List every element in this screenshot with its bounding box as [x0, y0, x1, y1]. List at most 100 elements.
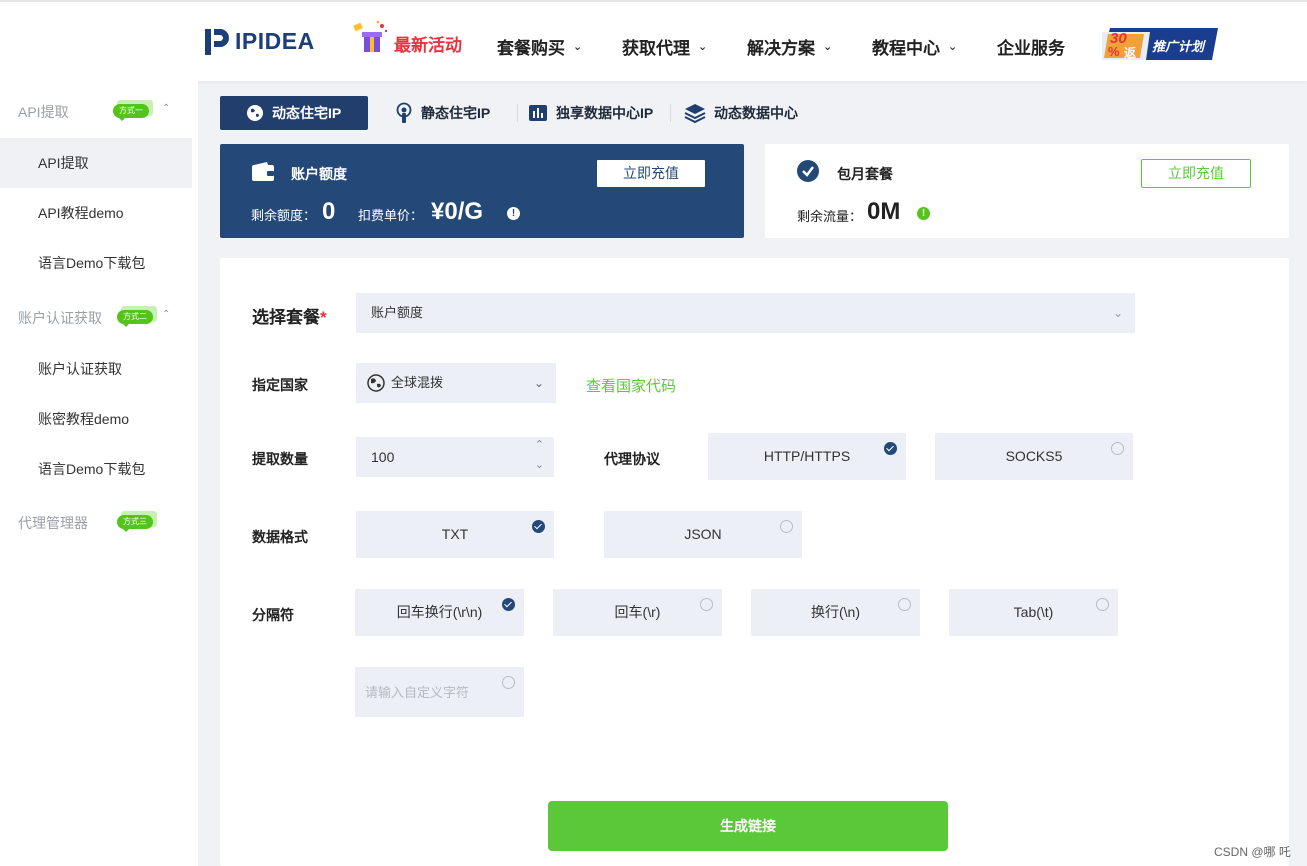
info-icon[interactable]: ! [507, 207, 520, 220]
required-mark: * [320, 308, 327, 327]
globe-icon [367, 374, 385, 392]
option-label: 回车换行(\r\n) [396, 604, 483, 620]
info-icon[interactable]: ! [917, 207, 930, 220]
nav-label: 套餐购买 [497, 39, 565, 58]
separator-option-custom[interactable]: 请输入自定义字符 [355, 667, 524, 717]
banner-badge-fan: 返 [1124, 46, 1137, 60]
logo[interactable]: IPIDEA [205, 28, 315, 55]
separator-option-crlf[interactable]: 回车换行(\r\n) [355, 589, 524, 636]
quantity-label: 提取数量 [252, 451, 308, 467]
unchecked-radio-icon [780, 520, 793, 533]
tab-dedicated-datacenter[interactable]: 独享数据中心IP [528, 96, 653, 130]
option-label: JSON [684, 526, 722, 542]
sidebar-item-api-demo[interactable]: API教程demo [0, 188, 192, 238]
unchecked-radio-icon [700, 598, 713, 611]
sidebar-item-lang-demo[interactable]: 语言Demo下载包 [0, 238, 192, 288]
monthly-recharge-button[interactable]: 立即充值 [1141, 159, 1251, 188]
checked-radio-icon [884, 442, 897, 455]
nav-package-purchase[interactable]: 套餐购买 ⌄ [497, 34, 582, 59]
protocol-label: 代理协议 [604, 451, 660, 467]
unit-price-value: ¥0/G [431, 198, 484, 225]
layers-icon [684, 104, 706, 123]
sidebar-item-auth-lang-demo[interactable]: 语言Demo下载包 [0, 444, 192, 494]
chevron-down-icon: ⌄ [823, 41, 833, 53]
chevron-down-icon: ⌄ [698, 41, 708, 53]
package-select[interactable]: 账户额度 ⌄ [356, 293, 1135, 333]
format-label: 数据格式 [252, 529, 308, 545]
promotion-banner[interactable]: 30 % 返 推广计划 [1102, 26, 1218, 62]
nav-enterprise[interactable]: 企业服务 [997, 34, 1065, 59]
nav-tutorials[interactable]: 教程中心 ⌄ [872, 34, 957, 59]
sidebar-group-proxy-manager[interactable]: 代理管理器 [18, 513, 88, 533]
traffic-value: 0M [867, 198, 901, 225]
promo-label: 最新活动 [394, 35, 462, 55]
option-label: TXT [441, 526, 469, 542]
monthly-package-card: 包月套餐 立即充值 剩余流量： 0M ! [765, 144, 1289, 238]
chevron-down-icon: ⌄ [948, 41, 958, 53]
account-card-title: 账户额度 [291, 166, 347, 182]
gift-icon [353, 20, 388, 52]
banner-label: 推广计划 [1152, 39, 1205, 54]
quantity-stepper[interactable]: 100 ⌃ ⌄ [356, 437, 554, 477]
chevron-down-icon: ⌄ [533, 376, 544, 390]
sidebar-group-label: API提取 [18, 104, 69, 120]
antenna-icon [396, 102, 412, 123]
tab-label: 静态住宅IP [421, 105, 491, 121]
sidebar-item-auth-get[interactable]: 账户认证获取 [0, 344, 192, 394]
nav-get-proxy[interactable]: 获取代理 ⌄ [622, 34, 707, 59]
protocol-option-http[interactable]: HTTP/HTTPS [708, 433, 906, 480]
custom-separator-placeholder[interactable]: 请输入自定义字符 [365, 685, 469, 700]
separator-option-lf[interactable]: 换行(\n) [751, 589, 920, 636]
bar-chart-icon [529, 105, 547, 121]
sidebar: API提取 方式一 ⌃ API提取 API教程demo 语言Demo下载包 账户… [0, 81, 198, 866]
monthly-card-title: 包月套餐 [837, 166, 893, 182]
promo-link[interactable]: 最新活动 [348, 20, 462, 56]
sidebar-group-api[interactable]: API提取 [18, 102, 69, 122]
unchecked-radio-icon [1111, 442, 1124, 455]
checked-radio-icon [532, 520, 545, 533]
view-country-codes-link[interactable]: 查看国家代码 [586, 375, 676, 396]
chevron-down-icon: ⌄ [1112, 306, 1123, 320]
unchecked-radio-icon [502, 676, 515, 689]
sidebar-group-auth[interactable]: 账户认证获取 [18, 308, 102, 328]
top-navbar: IPIDEA 最新活动 套餐购买 ⌄ 获取代理 ⌄ 解决方案 ⌄ 教程中心 ⌄ 企业服务 [0, 0, 1307, 81]
tab-separator [517, 104, 518, 122]
sidebar-item-api-extract[interactable]: API提取 [0, 138, 192, 188]
quantity-value: 100 [371, 449, 395, 465]
traffic-label: 剩余流量： [797, 209, 863, 224]
nav-solutions[interactable]: 解决方案 ⌄ [747, 34, 832, 59]
banner-badge-pct: % [1108, 44, 1120, 59]
tab-dynamic-datacenter[interactable]: 动态数据中心 [684, 96, 798, 130]
option-label: SOCKS5 [1005, 448, 1063, 464]
extract-form-panel [220, 258, 1289, 866]
package-select-value: 账户额度 [371, 305, 424, 320]
country-select[interactable]: 全球混拨 ⌄ [356, 363, 556, 403]
chevron-up-icon[interactable]: ⌃ [162, 103, 170, 114]
ipidea-logo-icon [205, 28, 229, 55]
watermark: CSDN @哪 吒 [1214, 845, 1291, 859]
tab-label: 动态住宅IP [272, 105, 342, 121]
separator-option-tab[interactable]: Tab(\t) [949, 589, 1118, 636]
chevron-up-icon[interactable]: ⌃ [162, 309, 170, 320]
sidebar-group-label: 账户认证获取 [18, 310, 102, 326]
account-quota-card: 账户额度 立即充值 剩余额度： 0 扣费单价： ¥0/G ! [220, 144, 744, 238]
balance-label: 剩余额度： [251, 208, 317, 223]
format-option-json[interactable]: JSON [604, 511, 802, 558]
unchecked-radio-icon [1096, 598, 1109, 611]
country-select-value: 全球混拨 [391, 375, 444, 390]
method-badge: 方式一 [113, 104, 149, 121]
separator-option-cr[interactable]: 回车(\r) [553, 589, 722, 636]
option-label: 回车(\r) [614, 604, 661, 620]
country-label: 指定国家 [252, 377, 308, 393]
generate-link-button[interactable]: 生成链接 [548, 801, 948, 851]
sidebar-item-auth-demo[interactable]: 账密教程demo [0, 394, 192, 444]
format-option-txt[interactable]: TXT [356, 511, 554, 558]
option-label: HTTP/HTTPS [763, 448, 851, 464]
account-recharge-button[interactable]: 立即充值 [597, 160, 705, 187]
tab-dynamic-residential[interactable]: 动态住宅IP [220, 96, 368, 130]
tab-static-residential[interactable]: 静态住宅IP [395, 96, 490, 130]
protocol-option-socks5[interactable]: SOCKS5 [935, 433, 1133, 480]
stepper-down-icon[interactable]: ⌄ [535, 445, 544, 485]
nav-label: 企业服务 [997, 39, 1065, 58]
method-badge: 方式二 [117, 310, 153, 327]
